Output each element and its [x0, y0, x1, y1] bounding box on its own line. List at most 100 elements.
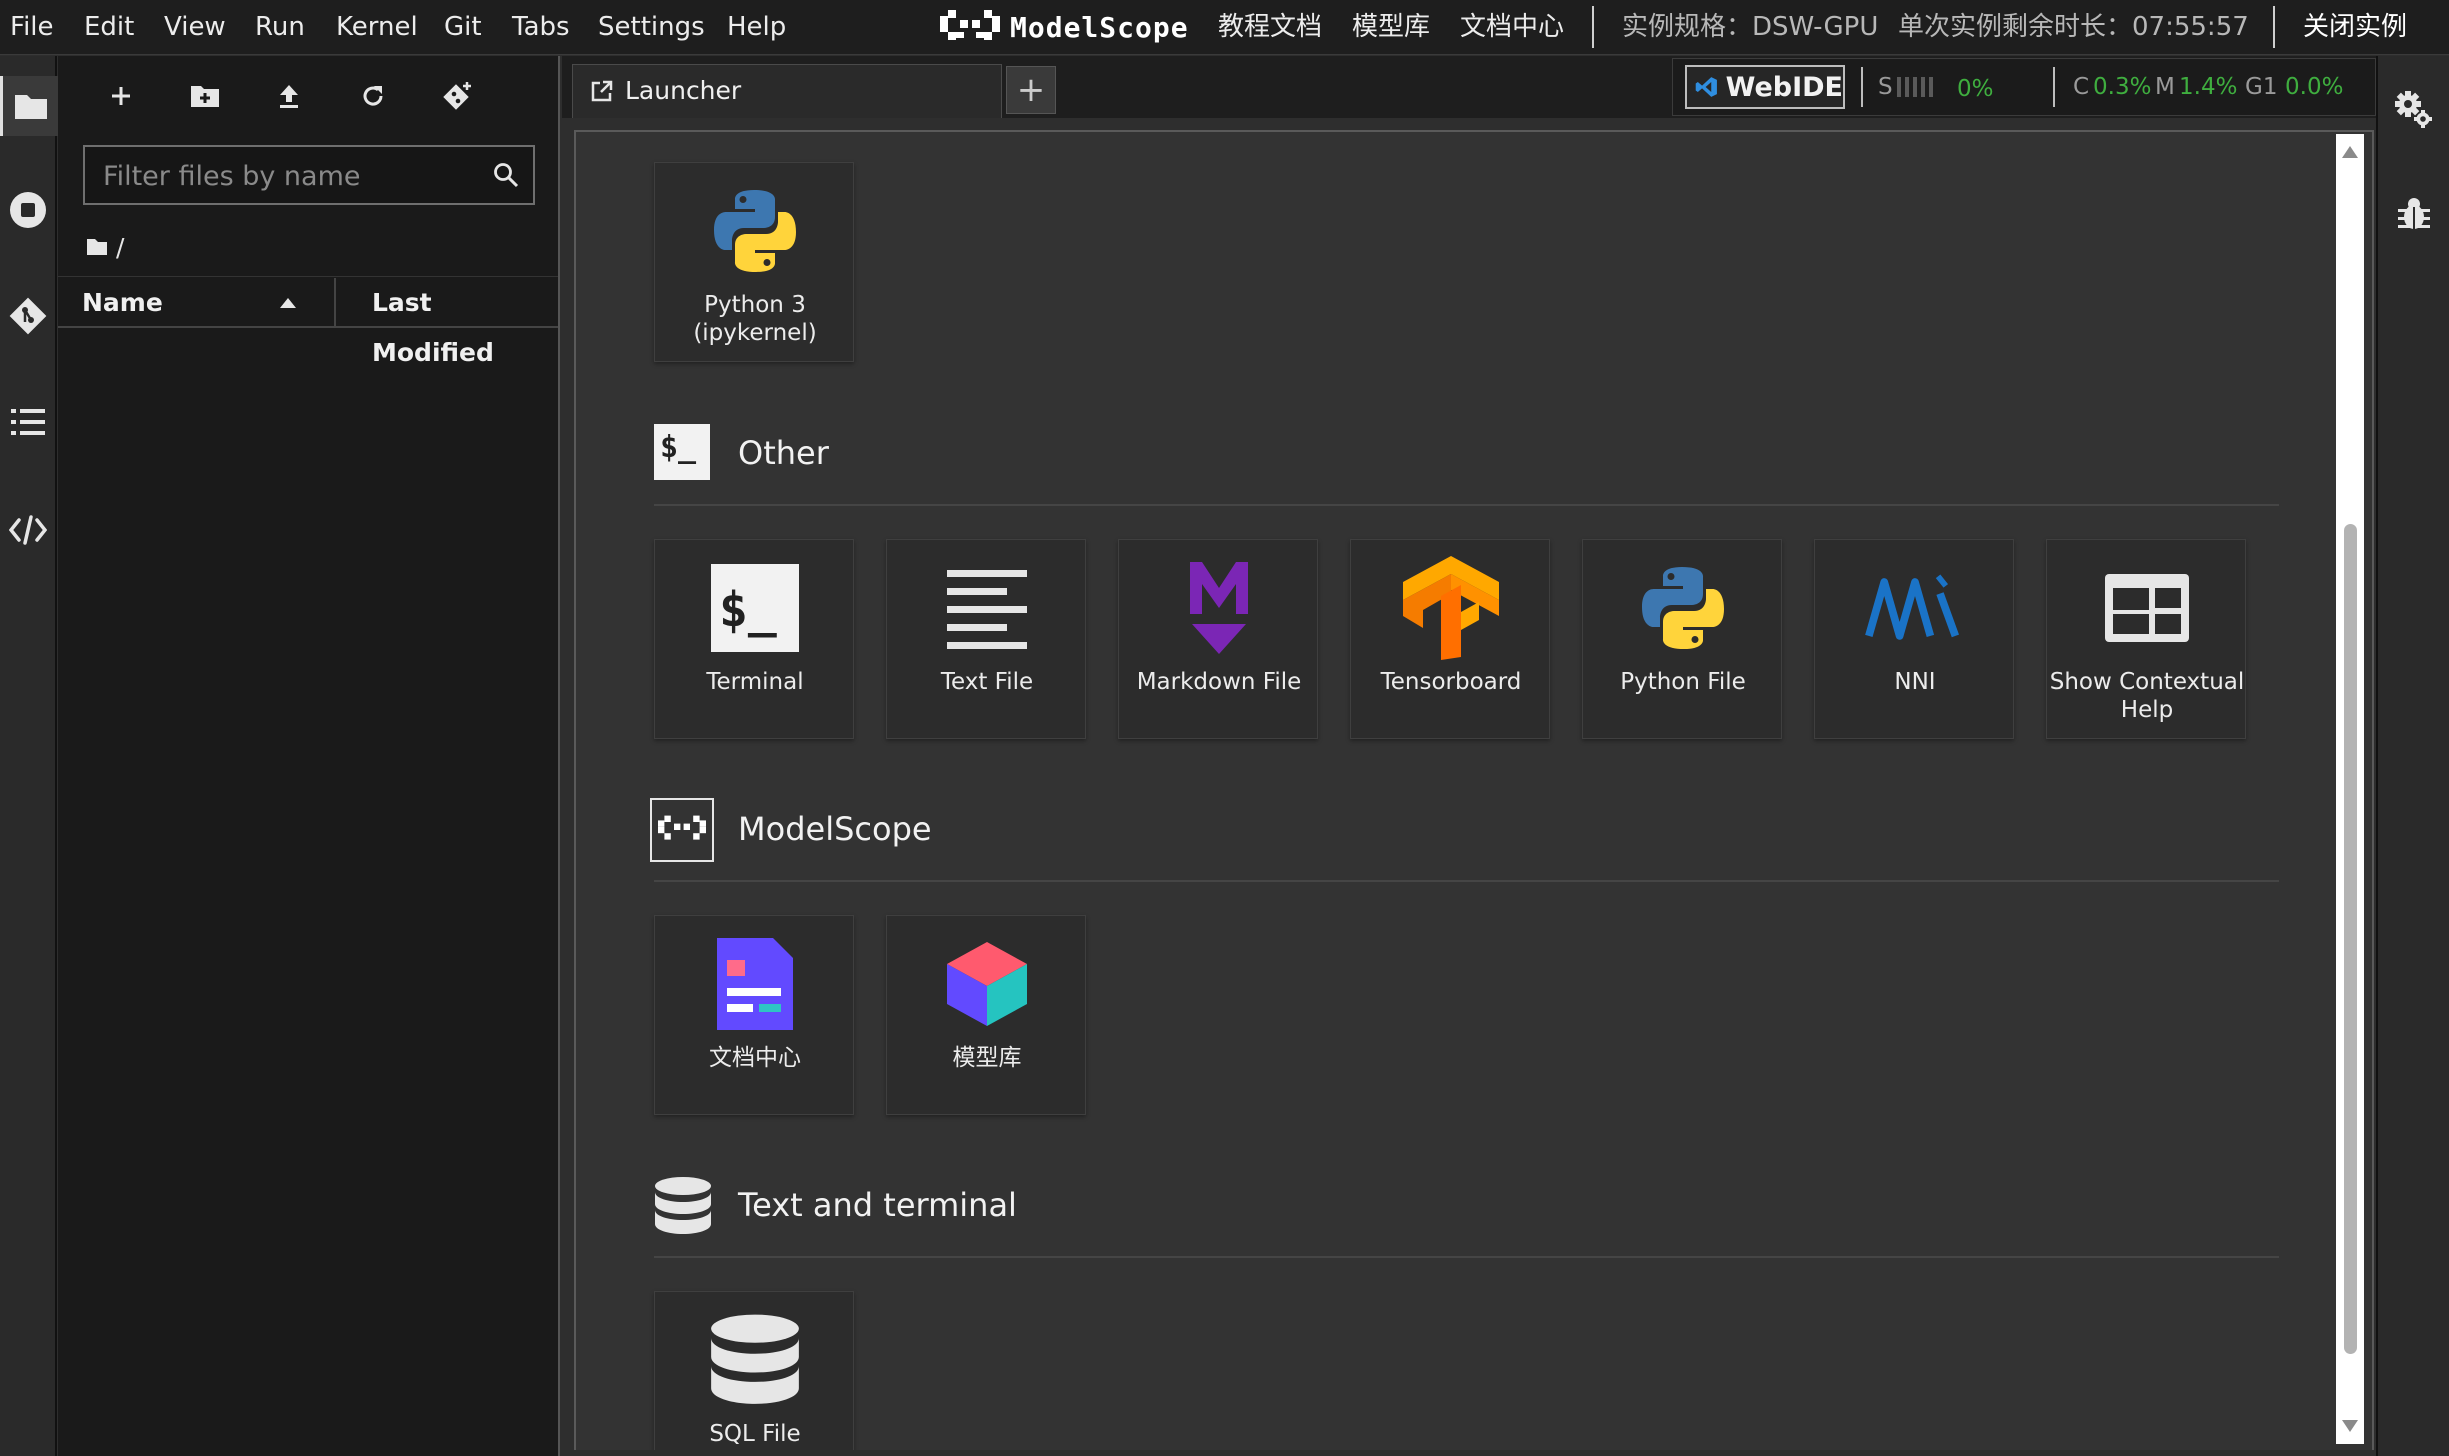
menu-edit[interactable]: Edit	[84, 0, 134, 55]
memory-label: M	[2155, 74, 2175, 100]
cpu-value: 0.3%	[2093, 74, 2152, 100]
vscode-icon	[1695, 77, 1717, 97]
nni-label: NNI	[1894, 669, 1936, 695]
column-divider	[334, 278, 336, 328]
link-doc-center[interactable]: 文档中心	[1460, 0, 1564, 55]
running-sessions-tab[interactable]	[0, 180, 55, 240]
code-icon	[8, 515, 47, 545]
launcher-card-python-file[interactable]: Python File	[1582, 539, 1782, 739]
brand-name: ModelScope	[1010, 11, 1189, 44]
python3-notebook-label: Python 3 (ipykernel)	[655, 291, 855, 347]
sort-ascending-icon[interactable]	[280, 298, 296, 308]
bug-icon	[2398, 198, 2430, 229]
doc-center-label: 文档中心	[709, 1045, 801, 1071]
scrollbar-thumb[interactable]	[2344, 524, 2357, 1354]
git-clone-button[interactable]	[432, 71, 482, 121]
menu-tabs[interactable]: Tabs	[512, 0, 570, 55]
section-divider	[654, 880, 2279, 882]
search-icon[interactable]	[493, 162, 519, 188]
property-inspector-tab[interactable]	[2386, 82, 2442, 138]
launcher-card-sql-file[interactable]: SQL File	[654, 1291, 854, 1450]
new-folder-button[interactable]	[180, 71, 230, 121]
debugger-tab[interactable]	[2386, 186, 2442, 242]
database-icon	[705, 1310, 805, 1410]
section-title-other: Other	[738, 434, 829, 472]
tab-launcher[interactable]: Launcher	[572, 64, 1002, 118]
menu-view[interactable]: View	[164, 0, 226, 55]
section-title-text-terminal: Text and terminal	[738, 1186, 1017, 1224]
new-folder-icon	[191, 86, 219, 107]
file-filter	[83, 145, 535, 205]
python-icon	[705, 181, 805, 281]
gpu-label: G1	[2245, 74, 2278, 100]
python3-label-line2: (ipykernel)	[693, 320, 817, 346]
terminal-icon: $_	[705, 558, 805, 658]
scroll-down-icon[interactable]	[2342, 1420, 2358, 1432]
list-icon	[10, 409, 45, 435]
status-separator	[1861, 67, 1863, 107]
storage-label: S	[1878, 74, 1893, 100]
menu-help[interactable]: Help	[727, 0, 786, 55]
close-instance-button[interactable]: 关闭实例	[2303, 0, 2407, 55]
database-section-icon	[654, 1176, 712, 1236]
column-name[interactable]: Name	[82, 278, 163, 328]
tab-launcher-label: Launcher	[625, 76, 742, 105]
text-file-icon	[937, 558, 1037, 658]
table-of-contents-tab[interactable]	[0, 392, 55, 452]
menu-settings[interactable]: Settings	[598, 0, 705, 55]
resource-status: WebIDE S 0% C 0.3% M 1.4% G1 0.0%	[1672, 58, 2376, 116]
modelscope-logo[interactable]: ModelScope	[940, 8, 1188, 48]
column-last-modified[interactable]: Last Modified	[372, 278, 558, 367]
memory-value: 1.4%	[2179, 74, 2238, 100]
breadcrumb-path[interactable]: /	[116, 228, 124, 268]
scroll-up-icon[interactable]	[2342, 146, 2358, 158]
launcher-card-contextual-help[interactable]: Show Contextual Help	[2046, 539, 2246, 739]
new-launcher-button[interactable]	[96, 71, 146, 121]
menu-file[interactable]: File	[10, 0, 54, 55]
webide-label: WebIDE	[1725, 71, 1843, 103]
launcher-card-text-file[interactable]: Text File	[886, 539, 1086, 739]
refresh-button[interactable]	[348, 71, 398, 121]
file-browser-tab[interactable]	[0, 76, 58, 136]
launcher-card-terminal[interactable]: $_ Terminal	[654, 539, 854, 739]
gears-icon	[2395, 91, 2432, 128]
git-icon	[9, 297, 46, 335]
upload-icon	[280, 85, 298, 108]
upload-button[interactable]	[264, 71, 314, 121]
svg-text:$_: $_	[719, 582, 777, 638]
gpu-value: 0.0%	[2285, 74, 2344, 100]
menu-git[interactable]: Git	[444, 0, 482, 55]
launcher-card-model-library[interactable]: 模型库	[886, 915, 1086, 1115]
status-separator	[2053, 67, 2055, 107]
stop-circle-icon	[9, 192, 46, 228]
folder-icon[interactable]	[86, 238, 108, 256]
terminal-section-icon: $_	[654, 424, 710, 480]
launcher-scrollbar[interactable]	[2336, 134, 2364, 1444]
section-divider	[654, 1256, 2279, 1258]
link-model-library[interactable]: 模型库	[1352, 0, 1430, 55]
contextual-help-label: Show Contextual Help	[2047, 668, 2247, 724]
section-title-modelscope: ModelScope	[738, 810, 932, 848]
launcher-card-nni[interactable]: NNI	[1814, 539, 2014, 739]
menu-run[interactable]: Run	[255, 0, 305, 55]
launcher-card-doc-center[interactable]: 文档中心	[654, 915, 854, 1115]
launcher-card-tensorboard[interactable]: Tensorboard	[1350, 539, 1550, 739]
git-clone-icon	[443, 82, 471, 110]
contextual-help-line1: Show Contextual	[2049, 669, 2245, 695]
launch-icon	[591, 80, 613, 102]
git-tab[interactable]	[0, 286, 55, 346]
new-tab-button[interactable]: +	[1006, 66, 1056, 114]
python-file-label: Python File	[1620, 669, 1746, 695]
link-tutorial-docs[interactable]: 教程文档	[1218, 0, 1322, 55]
menu-separator	[2273, 6, 2275, 48]
code-snippets-tab[interactable]	[0, 500, 55, 560]
tensorboard-label: Tensorboard	[1380, 669, 1522, 695]
filter-files-input[interactable]	[85, 147, 495, 205]
remaining-time: 单次实例剩余时长：07:55:57	[1898, 12, 2249, 42]
launcher-card-markdown-file[interactable]: Markdown File	[1118, 539, 1318, 739]
text-file-label: Text File	[940, 669, 1034, 695]
webide-button[interactable]: WebIDE	[1685, 65, 1845, 109]
launcher-card-python3-notebook[interactable]: Python 3 (ipykernel)	[654, 162, 854, 362]
menu-kernel[interactable]: Kernel	[336, 0, 418, 55]
menu-bar: File Edit View Run Kernel Git Tabs Setti…	[0, 0, 2449, 55]
